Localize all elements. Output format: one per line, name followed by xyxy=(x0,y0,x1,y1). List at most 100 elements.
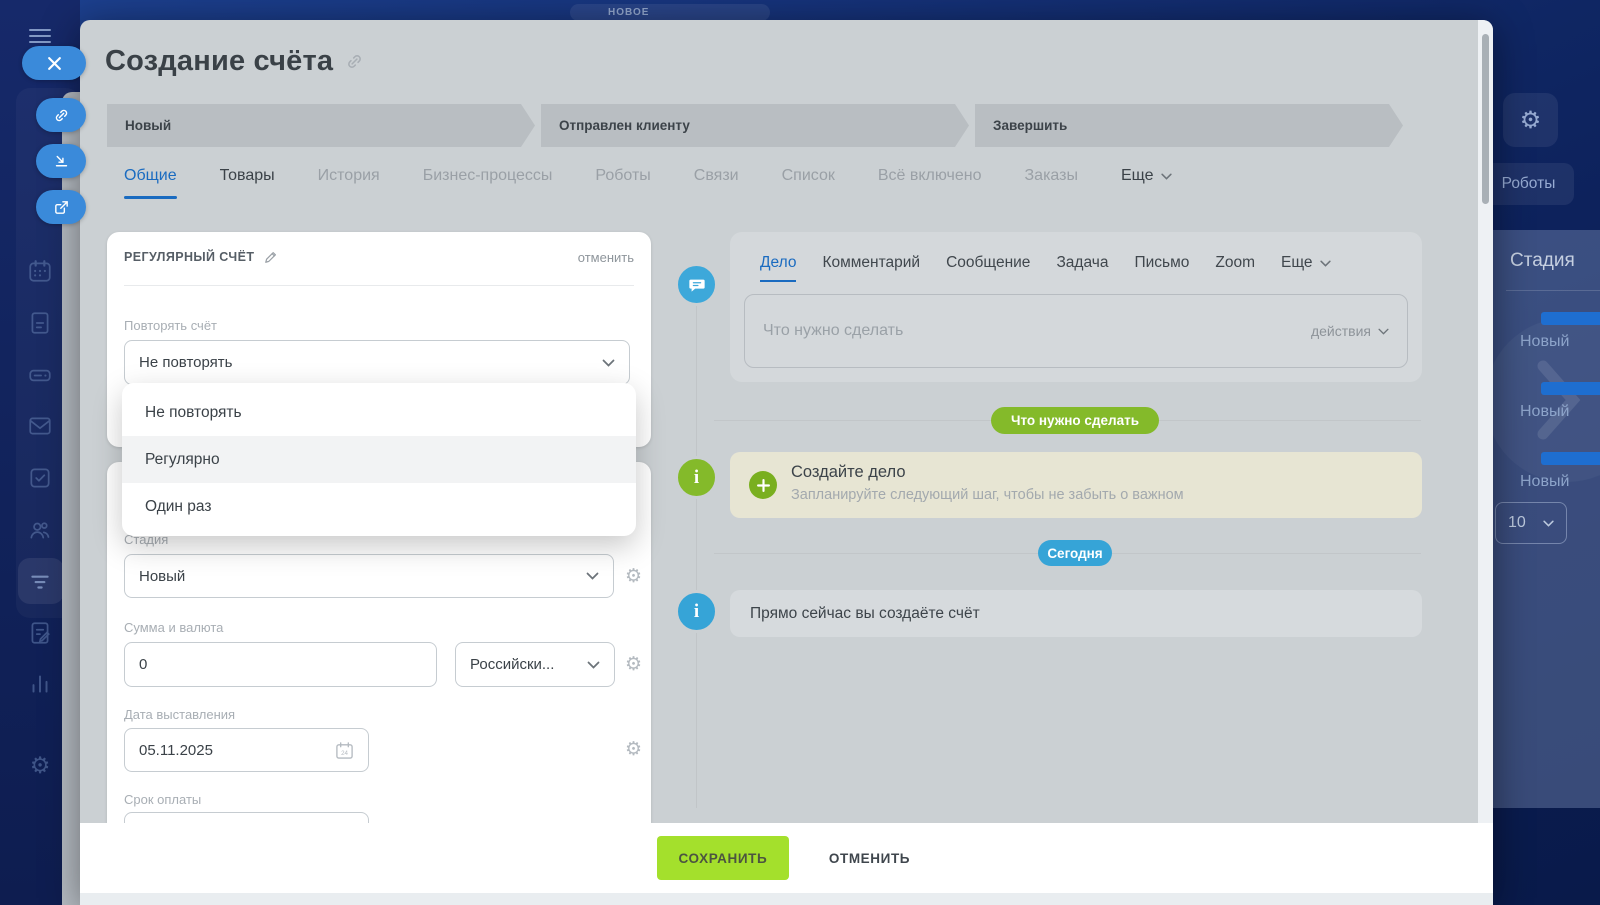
divider xyxy=(1506,290,1600,291)
close-slider-button[interactable] xyxy=(22,46,86,80)
modal-tabs: Общие Товары История Бизнес-процессы Роб… xyxy=(124,167,1172,199)
repeat-select[interactable]: Не повторять xyxy=(124,340,630,385)
actions-dropdown[interactable]: действия xyxy=(1311,323,1389,339)
currency-select[interactable]: Российски... xyxy=(455,642,615,687)
dropdown-option-no-repeat[interactable]: Не повторять xyxy=(122,389,636,436)
sidebar-item-calendar[interactable] xyxy=(27,258,53,284)
tab-more-label: Еще xyxy=(1121,167,1154,185)
tl-tab-more[interactable]: Еще xyxy=(1281,254,1331,282)
modal-scrollbar[interactable] xyxy=(1478,20,1493,893)
chevron-down-icon xyxy=(1378,328,1389,335)
stage-panel-title: Стадия xyxy=(1510,250,1575,272)
stage-chip-new[interactable]: Новый xyxy=(107,104,535,147)
invoice-create-modal: Создание счёта Новый Отправлен клиенту З… xyxy=(80,20,1493,905)
date-settings-gear-icon[interactable]: ⚙ xyxy=(625,740,642,759)
stage-chip-finish[interactable]: Завершить xyxy=(975,104,1403,147)
amount-settings-gear-icon[interactable]: ⚙ xyxy=(625,655,642,674)
sidebar-item-documents[interactable] xyxy=(27,310,53,336)
menu-icon[interactable] xyxy=(29,25,51,47)
section-cancel-link[interactable]: отменить xyxy=(578,250,634,265)
tl-tab-zoom[interactable]: Zoom xyxy=(1215,254,1255,282)
todo-input[interactable]: Что нужно сделать действия xyxy=(744,294,1408,368)
copy-link-button[interactable] xyxy=(36,98,86,132)
tab-all-inclusive[interactable]: Всё включено xyxy=(878,167,982,199)
stage-chip-label: Завершить xyxy=(993,118,1067,133)
modal-footer: СОХРАНИТЬ ОТМЕНИТЬ xyxy=(80,823,1493,893)
date-field-label: Дата выставления xyxy=(124,707,235,722)
timeline-info-blue-icon: i xyxy=(675,590,718,633)
stage-select[interactable]: Новый xyxy=(124,554,614,598)
tab-robots[interactable]: Роботы xyxy=(595,167,650,199)
open-new-window-button[interactable] xyxy=(36,190,86,224)
today-badge: Сегодня xyxy=(1038,540,1112,566)
section-title: РЕГУЛЯРНЫЙ СЧЁТ xyxy=(124,250,278,264)
stage-chip-label: Отправлен клиенту xyxy=(559,118,690,133)
tab-general[interactable]: Общие xyxy=(124,167,177,199)
stage-chip-label: Новый xyxy=(125,118,171,133)
tab-orders[interactable]: Заказы xyxy=(1025,167,1078,199)
sidebar-item-settings[interactable]: ⚙ xyxy=(27,752,53,778)
date-input-value: 05.11.2025 xyxy=(139,742,213,759)
tl-tab-comment[interactable]: Комментарий xyxy=(822,254,920,282)
page-title: Создание счёта xyxy=(105,45,333,78)
sidebar-item-contracts[interactable] xyxy=(27,620,53,646)
create-activity-subtitle: Запланируйте следующий шаг, чтобы не заб… xyxy=(791,487,1184,503)
todo-section-badge: Что нужно сделать xyxy=(991,407,1159,434)
chevron-down-icon xyxy=(586,572,599,580)
page-size-select[interactable]: 10 xyxy=(1495,502,1567,544)
add-activity-plus-icon[interactable] xyxy=(749,471,777,499)
sidebar-item-tasks[interactable] xyxy=(27,465,53,491)
sidebar-item-mail[interactable] xyxy=(27,413,53,439)
date-input[interactable]: 05.11.2025 24 xyxy=(124,728,369,772)
amount-input[interactable] xyxy=(124,642,437,687)
stage-bar: Новый Отправлен клиенту Завершить xyxy=(107,104,1403,147)
external-link-icon xyxy=(53,199,70,216)
stage-settings-gear-icon[interactable]: ⚙ xyxy=(625,567,642,586)
chevron-down-icon xyxy=(1320,260,1331,267)
collapse-slider-button[interactable] xyxy=(36,144,86,178)
calendar-icon[interactable]: 24 xyxy=(335,741,354,760)
tl-tab-activity[interactable]: Дело xyxy=(760,254,796,282)
tab-products[interactable]: Товары xyxy=(220,167,275,199)
save-button[interactable]: СОХРАНИТЬ xyxy=(657,836,789,880)
sidebar-item-clients[interactable] xyxy=(27,517,53,543)
tab-history[interactable]: История xyxy=(318,167,380,199)
cancel-button[interactable]: ОТМЕНИТЬ xyxy=(823,850,916,867)
create-activity-title: Создайте дело xyxy=(791,463,906,482)
stage-chip-sent[interactable]: Отправлен клиенту xyxy=(541,104,969,147)
sidebar-item-drive[interactable] xyxy=(27,362,53,388)
dropdown-option-regular[interactable]: Регулярно xyxy=(122,436,636,483)
scrollbar-thumb[interactable] xyxy=(1482,34,1489,204)
page-size-value: 10 xyxy=(1508,514,1526,532)
link-icon[interactable] xyxy=(345,52,364,71)
tl-tab-email[interactable]: Письмо xyxy=(1134,254,1189,282)
section-title-text: РЕГУЛЯРНЫЙ СЧЁТ xyxy=(124,250,254,264)
tab-more[interactable]: Еще xyxy=(1121,167,1172,199)
repeat-field-label: Повторять счёт xyxy=(124,318,217,333)
screen: НОВОЕ ⚙ Роботы Стадия Новый Новый Новый … xyxy=(0,0,1600,905)
chevron-down-icon xyxy=(1161,173,1172,180)
tab-business-processes[interactable]: Бизнес-процессы xyxy=(423,167,553,199)
create-activity-card[interactable]: Создайте дело Запланируйте следующий шаг… xyxy=(730,452,1422,518)
dropdown-option-once[interactable]: Один раз xyxy=(122,483,636,530)
stage-progress-bar xyxy=(1541,312,1600,325)
tl-tab-task[interactable]: Задача xyxy=(1056,254,1108,282)
repeat-select-dropdown: Не повторять Регулярно Один раз xyxy=(122,383,636,536)
tab-list[interactable]: Список xyxy=(782,167,835,199)
background-settings-button[interactable]: ⚙ xyxy=(1503,93,1558,147)
tl-tab-message[interactable]: Сообщение xyxy=(946,254,1030,282)
new-badge-label: НОВОЕ xyxy=(608,7,649,18)
amount-field-label: Сумма и валюта xyxy=(124,620,223,635)
sidebar-item-crm[interactable] xyxy=(27,568,53,594)
due-input[interactable] xyxy=(124,812,369,823)
timeline-line xyxy=(696,284,697,808)
edit-pencil-icon[interactable] xyxy=(264,250,278,264)
actions-label: действия xyxy=(1311,323,1371,339)
tl-tab-more-label: Еще xyxy=(1281,254,1313,272)
timeline-info-text: Прямо сейчас вы создаёте счёт xyxy=(750,605,980,623)
chevron-down-icon xyxy=(602,359,615,367)
sidebar-item-reports[interactable] xyxy=(27,671,53,697)
timeline-composer-card: Дело Комментарий Сообщение Задача Письмо… xyxy=(730,232,1422,382)
gear-icon: ⚙ xyxy=(1520,106,1542,135)
tab-links[interactable]: Связи xyxy=(694,167,739,199)
